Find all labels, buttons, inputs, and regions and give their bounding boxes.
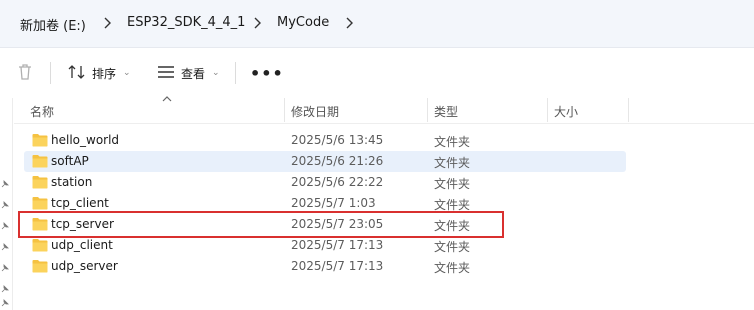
list-item[interactable]: udp_server 2025/5/7 17:13 文件夹 [24,256,626,277]
highlight-box [18,211,504,238]
folder-icon [32,175,48,189]
list-item[interactable]: hello_world 2025/5/6 13:45 文件夹 [24,130,626,151]
file-date: 2025/5/6 21:26 [291,154,384,168]
column-header-type[interactable]: 类型 [434,103,458,120]
column-divider[interactable] [628,98,629,122]
file-type: 文件夹 [434,240,471,254]
breadcrumb-drive[interactable]: 新加卷 (E:) [20,15,86,34]
column-header-date[interactable]: 修改日期 [291,103,339,120]
pin-icon [1,180,9,188]
file-type: 文件夹 [434,177,471,191]
chevron-down-icon: ⌄ [123,68,131,78]
file-date: 2025/5/7 1:03 [291,196,376,210]
column-divider[interactable] [547,98,548,122]
column-header-name[interactable]: 名称 [30,103,54,120]
pin-icon [1,299,9,307]
list-item[interactable]: station 2025/5/6 22:22 文件夹 [24,172,626,193]
pin-icon [1,201,9,209]
column-divider[interactable] [284,98,285,122]
trash-icon [17,63,33,84]
pin-icon [1,285,9,293]
chevron-down-icon: ⌄ [212,68,220,78]
toolbar-divider [235,62,236,84]
sort-ascending-icon [162,95,172,102]
file-name: hello_world [51,133,120,147]
file-date: 2025/5/7 17:13 [291,259,384,273]
sort-icon [68,64,86,83]
view-list-icon [157,65,175,82]
file-date: 2025/5/6 22:22 [291,175,384,189]
chevron-right-icon[interactable] [102,16,112,30]
file-type: 文件夹 [434,156,471,170]
file-type: 文件夹 [434,261,471,275]
file-name: tcp_client [51,196,109,210]
folder-icon [32,154,48,168]
toolbar-divider [50,62,51,84]
pin-icon [1,222,9,230]
folder-icon [32,259,48,273]
breadcrumb-sdk[interactable]: ESP32_SDK_4_4_1 [127,15,245,30]
command-bar: 排序 ⌄ 查看 ⌄ ••• [0,48,754,98]
pin-icon [1,243,9,251]
file-name: udp_server [51,259,118,273]
list-item[interactable]: udp_client 2025/5/7 17:13 文件夹 [24,235,626,256]
file-type: 文件夹 [434,135,471,149]
folder-icon [32,133,48,147]
file-date: 2025/5/6 13:45 [291,133,384,147]
chevron-right-icon[interactable] [344,16,354,30]
view-label: 查看 [181,66,206,81]
pin-icon [1,264,9,272]
navigation-pane-edge [0,98,13,310]
folder-icon [32,196,48,210]
delete-button[interactable] [17,60,33,86]
file-name: station [51,175,93,189]
sort-label: 排序 [92,66,117,81]
more-options-button[interactable]: ••• [250,64,284,83]
column-header-size[interactable]: 大小 [554,103,578,120]
chevron-right-icon[interactable] [252,16,262,30]
view-button[interactable]: 查看 ⌄ [157,60,220,86]
breadcrumb-mycode[interactable]: MyCode [277,15,329,30]
address-bar: 新加卷 (E:) ESP32_SDK_4_4_1 MyCode [0,0,754,48]
file-date: 2025/5/7 17:13 [291,238,384,252]
column-header-row: 名称 修改日期 类型 大小 [14,95,754,124]
folder-icon [32,238,48,252]
file-name: softAP [51,154,89,168]
file-name: udp_client [51,238,113,252]
column-divider[interactable] [427,98,428,122]
sort-button[interactable]: 排序 ⌄ [68,60,131,86]
list-item[interactable]: softAP 2025/5/6 21:26 文件夹 [24,151,626,172]
